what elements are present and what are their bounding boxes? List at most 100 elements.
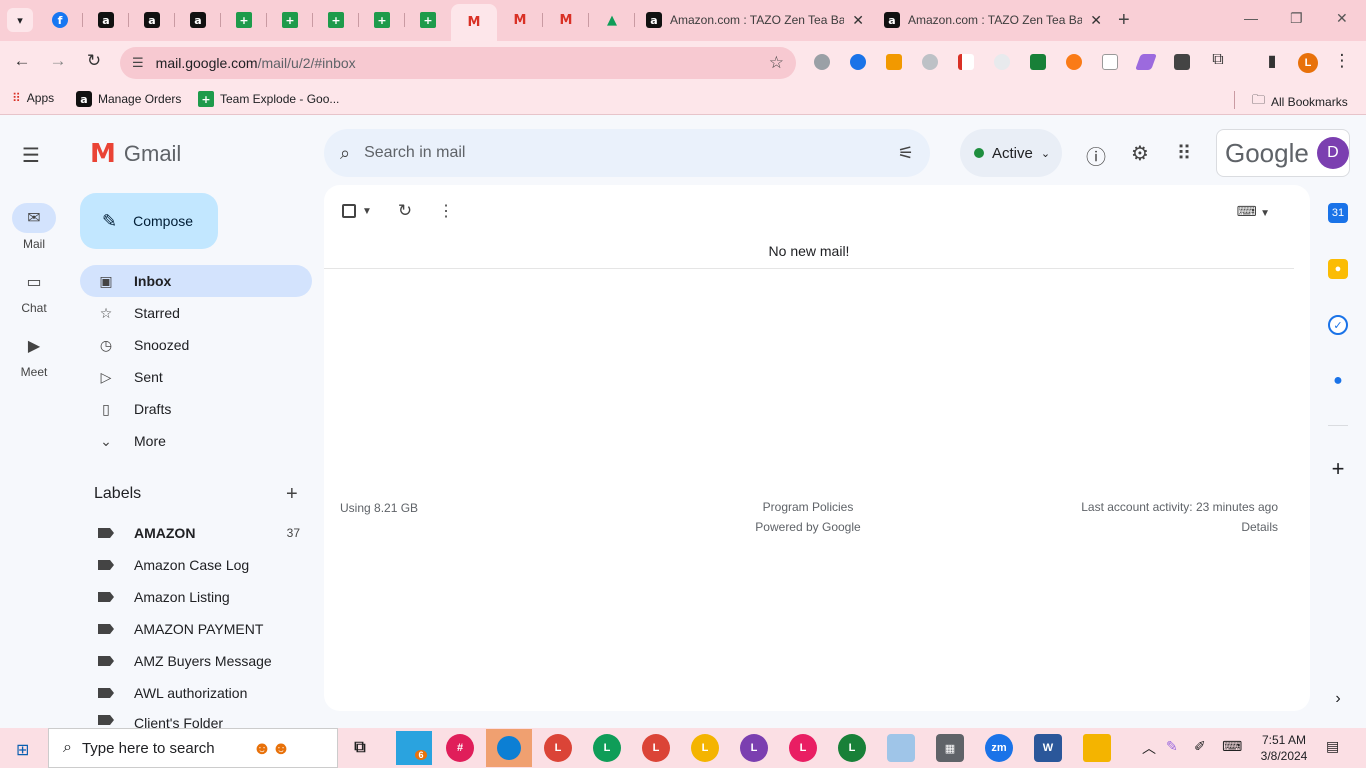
details-link[interactable]: Details — [1081, 517, 1278, 537]
google-apps-icon[interactable]: ⠿ — [1172, 141, 1196, 166]
nav-item-inbox[interactable]: ▣ Inbox — [80, 265, 312, 297]
pinned-tab[interactable]: M — [497, 4, 543, 36]
extension-icon[interactable] — [814, 54, 830, 70]
chrome-icon[interactable]: L — [740, 734, 768, 762]
browser-profile-avatar[interactable]: L — [1298, 53, 1318, 73]
taskbar-search[interactable]: ⌕ Type here to search ☻☻ — [48, 728, 338, 768]
rail-item-meet[interactable]: ▶ Meet — [0, 331, 68, 379]
extension-icon[interactable] — [994, 54, 1010, 70]
keep-icon[interactable]: ● — [1328, 259, 1348, 279]
extension-icon[interactable] — [850, 54, 866, 70]
search-input[interactable]: Search in mail — [364, 144, 884, 162]
pinned-tab[interactable]: + — [313, 4, 359, 36]
label-item[interactable]: Amazon Case Log — [80, 549, 312, 581]
minimize-icon[interactable]: — — [1244, 10, 1258, 26]
extension-icon[interactable] — [1066, 54, 1082, 70]
label-item[interactable]: Amazon Listing — [80, 581, 312, 613]
qr-code-icon[interactable] — [1174, 54, 1190, 70]
nav-item-snoozed[interactable]: ◷ Snoozed — [80, 329, 312, 361]
new-tab-button[interactable]: + — [1118, 9, 1130, 32]
task-view-icon[interactable]: ⧉ — [346, 734, 374, 762]
browser-tab[interactable]: a Amazon.com : TAZO Zen Tea Ba ✕ — [638, 4, 872, 36]
side-panel-icon[interactable]: ▮ — [1260, 51, 1284, 71]
ink-workspace-icon[interactable]: ✐ — [1194, 738, 1206, 755]
chrome-icon[interactable]: L — [544, 734, 572, 762]
slack-icon[interactable]: # — [446, 734, 474, 762]
forward-icon[interactable]: → — [46, 51, 70, 71]
close-window-icon[interactable]: ✕ — [1336, 10, 1348, 27]
chrome-icon[interactable]: L — [838, 734, 866, 762]
pinned-tab-active[interactable]: M — [451, 4, 497, 41]
rail-item-chat[interactable]: ▭ Chat — [0, 267, 68, 315]
reload-icon[interactable]: ↻ — [82, 51, 106, 71]
extension-icon[interactable] — [958, 54, 974, 70]
more-vert-icon[interactable]: ⋮ — [438, 201, 454, 221]
keyboard-icon[interactable]: ⌨ — [1222, 738, 1242, 755]
search-options-icon[interactable]: ⚟ — [898, 143, 914, 164]
browser-tab[interactable]: a Amazon.com : TAZO Zen Tea Ba ✕ — [876, 4, 1110, 36]
back-icon[interactable]: ← — [10, 51, 34, 71]
chrome-icon[interactable]: L — [691, 734, 719, 762]
label-item[interactable]: AWL authorization — [80, 677, 312, 709]
taskbar-search-input[interactable]: Type here to search — [82, 740, 215, 757]
chrome-icon[interactable]: L — [642, 734, 670, 762]
nav-item-more[interactable]: ⌄ More — [80, 425, 312, 457]
chrome-icon[interactable]: L — [593, 734, 621, 762]
calculator-icon[interactable]: ▦ — [936, 734, 964, 762]
add-label-icon[interactable]: + — [286, 483, 298, 506]
search-icon[interactable]: ⌕ — [340, 143, 350, 164]
extensions-puzzle-icon[interactable]: ⧉ — [1206, 51, 1230, 69]
input-tools-selector[interactable]: ⌨ ▼ — [1237, 203, 1270, 220]
extension-icon[interactable] — [1102, 54, 1118, 70]
pinned-tab[interactable]: + — [359, 4, 405, 36]
extension-icon[interactable] — [886, 54, 902, 70]
extension-icon[interactable] — [1030, 54, 1046, 70]
file-explorer-icon[interactable] — [1083, 734, 1111, 762]
chevron-right-icon[interactable]: › — [1328, 689, 1348, 709]
taskbar-clock[interactable]: 7:51 AM 3/8/2024 — [1252, 732, 1316, 764]
label-item[interactable]: AMAZON PAYMENT — [80, 613, 312, 645]
windows-start-icon[interactable]: ⊞ — [16, 740, 29, 760]
label-item[interactable]: AMAZON 37 — [80, 517, 312, 549]
nav-item-starred[interactable]: ☆ Starred — [80, 297, 312, 329]
pinned-tab[interactable]: + — [405, 4, 451, 36]
close-icon[interactable]: ✕ — [852, 12, 864, 29]
rail-item-mail[interactable]: ✉ Mail — [0, 203, 68, 251]
bookmark-apps[interactable]: ⠿ Apps — [12, 91, 54, 105]
notepad-icon[interactable] — [887, 734, 915, 762]
telegram-icon[interactable]: 6 — [396, 731, 432, 765]
calendar-icon[interactable]: 31 — [1328, 203, 1348, 223]
notifications-icon[interactable]: ▤ — [1326, 738, 1339, 755]
pinned-tab[interactable]: a — [175, 4, 221, 36]
storage-usage[interactable]: Using 8.21 GB — [340, 501, 418, 515]
add-addon-icon[interactable]: + — [1328, 456, 1348, 481]
status-selector[interactable]: Active ⌄ — [960, 129, 1062, 177]
tab-search-button[interactable]: ▾ — [7, 8, 33, 32]
pinned-tab[interactable]: a — [83, 4, 129, 36]
pinned-tab[interactable]: M — [543, 4, 589, 36]
pinned-tab[interactable]: + — [267, 4, 313, 36]
label-item[interactable]: AMZ Buyers Message — [80, 645, 312, 677]
settings-gear-icon[interactable]: ⚙ — [1128, 141, 1152, 166]
bookmark-star-icon[interactable]: ☆ — [769, 53, 784, 73]
program-policies-link[interactable]: Program Policies — [708, 497, 908, 517]
extension-icon[interactable] — [1135, 54, 1157, 70]
nav-item-sent[interactable]: ▷ Sent — [80, 361, 312, 393]
address-bar[interactable]: ☰ mail.google.com/mail/u/2/#inbox ☆ — [120, 47, 796, 79]
bookmark-manage-orders[interactable]: a Manage Orders — [76, 91, 181, 107]
refresh-icon[interactable]: ↻ — [398, 201, 412, 221]
pinned-tab[interactable]: a — [129, 4, 175, 36]
globe-icon[interactable] — [922, 54, 938, 70]
contacts-icon[interactable]: ● — [1328, 371, 1348, 391]
word-icon[interactable]: W — [1034, 734, 1062, 762]
search-bar[interactable]: ⌕ Search in mail ⚟ — [324, 129, 930, 177]
all-bookmarks-button[interactable]: 🗀 All Bookmarks — [1252, 91, 1348, 113]
pen-tray-icon[interactable]: ✎ — [1166, 738, 1178, 755]
browser-menu-icon[interactable]: ⋮ — [1330, 51, 1354, 71]
select-all-checkbox[interactable]: ▼ — [342, 204, 372, 218]
nav-item-drafts[interactable]: ▯ Drafts — [80, 393, 312, 425]
pinned-tab[interactable]: ▲ — [589, 4, 635, 36]
help-icon[interactable]: ⓘ — [1084, 141, 1108, 170]
gmail-logo[interactable]: M Gmail — [90, 139, 181, 169]
chevron-up-icon[interactable]: ︿ — [1142, 738, 1156, 758]
